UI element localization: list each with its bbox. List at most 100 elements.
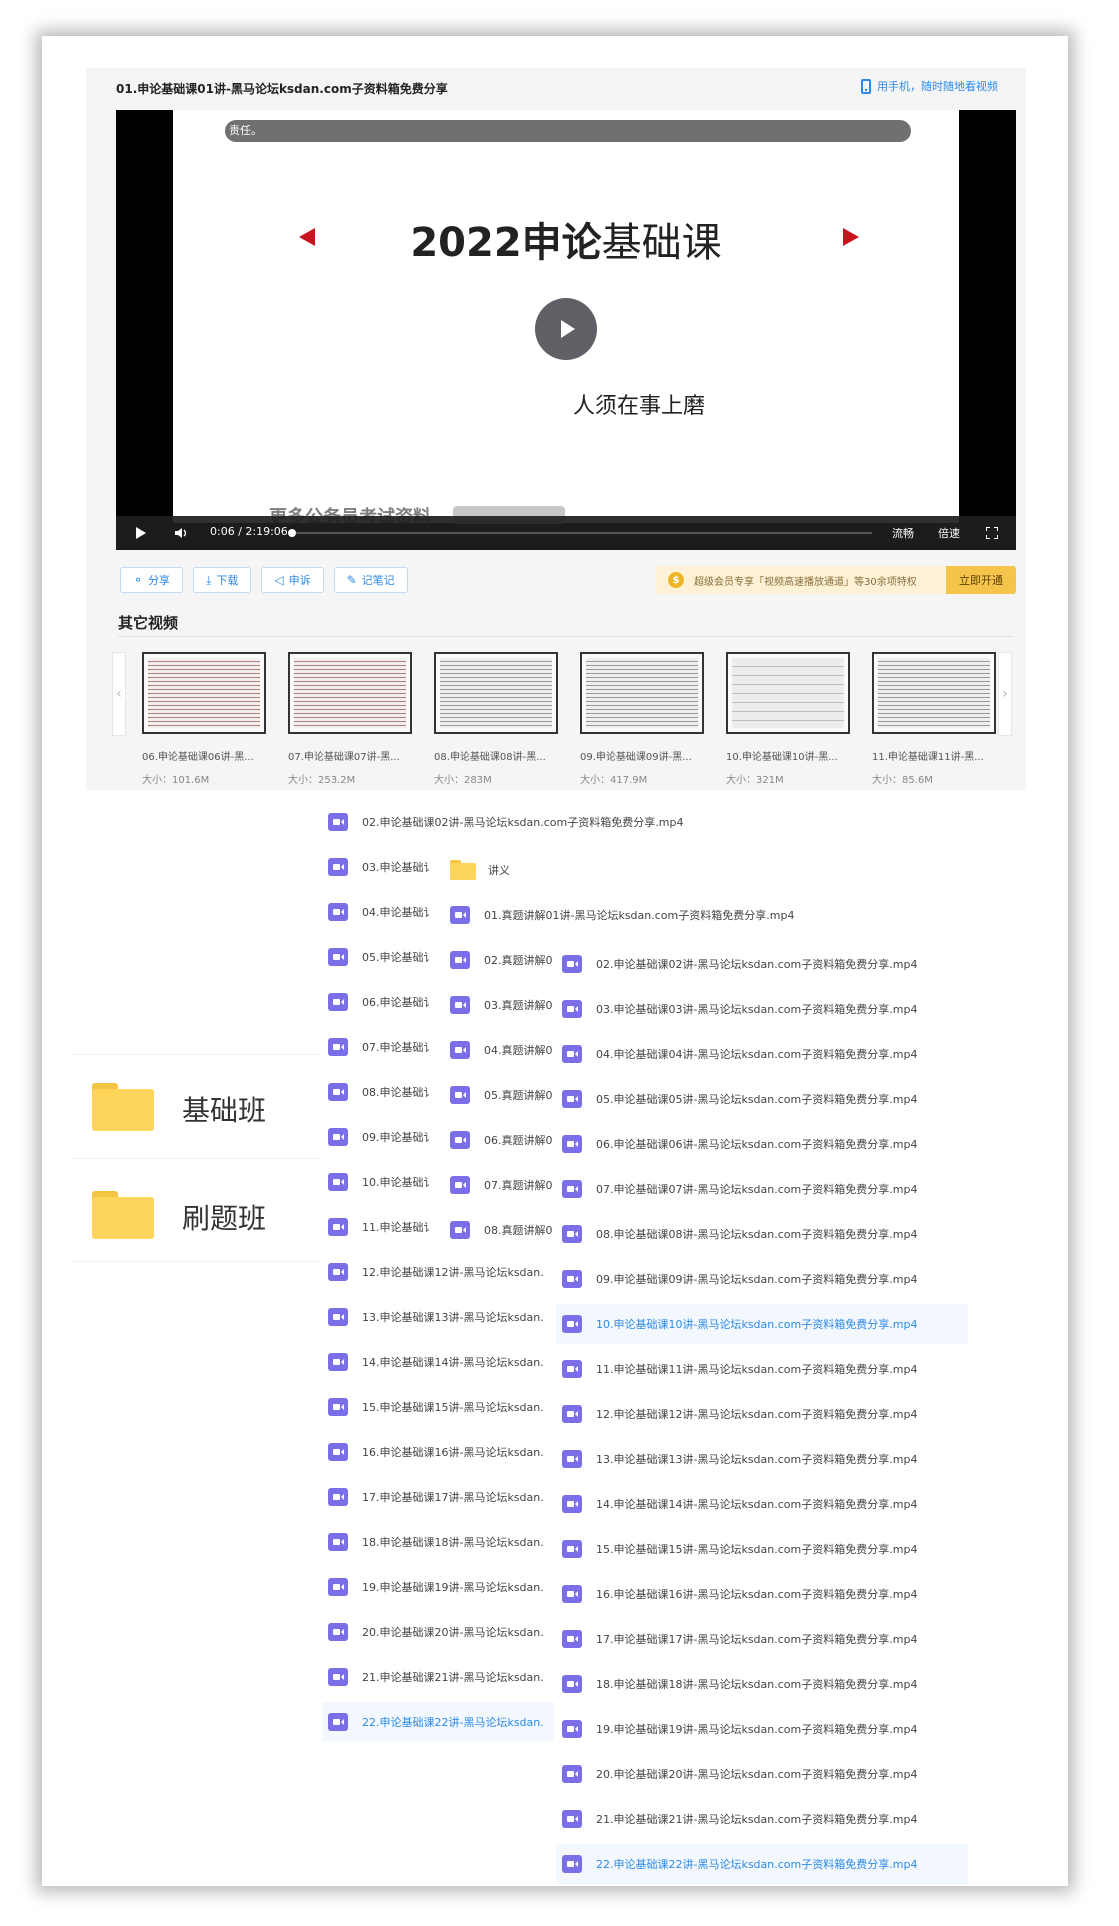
folder-name: 基础班 [182,1094,267,1127]
video-file-row[interactable]: 15.申论基础课15讲-黑马论坛ksdan.com子资料箱免费分享.mp4 [556,1529,968,1569]
video-file-row[interactable]: 09.申论基础讠 [322,1117,440,1157]
video-file-row[interactable]: 07.真题讲解0 [444,1165,562,1205]
video-file-row[interactable]: 16.申论基础课16讲-黑马论坛ksdan. [322,1432,554,1472]
video-file-row[interactable]: 19.申论基础课19讲-黑马论坛ksdan. [322,1567,554,1607]
video-file-row[interactable]: 14.申论基础课14讲-黑马论坛ksdan. [322,1342,554,1382]
file-name: 06.申论基础讠 [362,996,435,1009]
megaphone-icon: ◁ [274,573,284,587]
download-button[interactable]: ⤓ 下载 [193,567,252,593]
quality-button[interactable]: 流畅 [892,525,914,541]
report-button[interactable]: ◁ 申诉 [261,567,324,593]
file-name: 20.申论基础课20讲-黑马论坛ksdan. [362,1626,544,1639]
video-file-row[interactable]: 15.申论基础课15讲-黑马论坛ksdan. [322,1387,554,1427]
video-file-row[interactable]: 06.申论基础讠 [322,982,440,1022]
video-file-row[interactable]: 07.申论基础课07讲-黑马论坛ksdan.com子资料箱免费分享.mp4 [556,1169,968,1209]
video-thumbnail [434,652,558,734]
file-name: 04.真题讲解0 [484,1044,553,1057]
progress-bar[interactable] [292,532,872,534]
video-file-row[interactable]: 20.申论基础课20讲-黑马论坛ksdan. [322,1612,554,1652]
video-file-row[interactable]: 19.申论基础课19讲-黑马论坛ksdan.com子资料箱免费分享.mp4 [556,1709,968,1749]
folder-item[interactable]: 刷题班 [72,1158,322,1262]
carousel-next-button[interactable]: › [998,652,1012,736]
file-name: 02.申论基础课02讲-黑马论坛ksdan.com子资料箱免费分享.mp4 [362,816,684,829]
video-file-row[interactable]: 11.申论基础课11讲-黑马论坛ksdan.com子资料箱免费分享.mp4 [556,1349,968,1389]
video-file-icon [328,858,348,876]
file-name: 03.申论基础讠 [362,861,435,874]
other-video-card[interactable]: 07.申论基础课07讲-黑... 大小：253.2M [288,652,412,786]
video-file-row[interactable]: 08.真题讲解0 [444,1210,562,1250]
file-name: 19.申论基础课19讲-黑马论坛ksdan. [362,1581,544,1594]
download-icon: ⤓ [206,572,212,587]
video-file-row[interactable]: 02.真题讲解0 [444,940,562,980]
video-file-row[interactable]: 03.申论基础课03讲-黑马论坛ksdan.com子资料箱免费分享.mp4 [556,989,968,1029]
video-file-row[interactable]: 08.申论基础课08讲-黑马论坛ksdan.com子资料箱免费分享.mp4 [556,1214,968,1254]
vip-text: 超级会员专享「视频高速播放通道」等30余项特权 [694,576,917,588]
video-file-icon [328,1308,348,1326]
video-file-row[interactable]: 18.申论基础课18讲-黑马论坛ksdan.com子资料箱免费分享.mp4 [556,1664,968,1704]
video-file-row[interactable]: 04.申论基础讠 [322,892,440,932]
video-file-icon [450,1221,470,1239]
video-file-icon [328,1533,348,1551]
video-file-row[interactable]: 08.申论基础讠 [322,1072,440,1112]
carousel-prev-button[interactable]: ‹ [112,652,126,736]
video-file-row[interactable]: 01.真题讲解01讲-黑马论坛ksdan.com子资料箱免费分享.mp4 [444,895,834,935]
volume-icon[interactable] [174,526,188,540]
video-file-row[interactable]: 10.申论基础课10讲-黑马论坛ksdan.com子资料箱免费分享.mp4 [556,1304,968,1344]
video-file-row[interactable]: 16.申论基础课16讲-黑马论坛ksdan.com子资料箱免费分享.mp4 [556,1574,968,1614]
file-name: 20.申论基础课20讲-黑马论坛ksdan.com子资料箱免费分享.mp4 [596,1768,918,1781]
video-frame[interactable]: 责任。 2022申论基础课 人须在事上磨 更多公务员考试资料 0:06 / 2:… [116,110,1016,550]
fullscreen-icon[interactable] [986,527,998,539]
video-file-row[interactable]: 17.申论基础课17讲-黑马论坛ksdan. [322,1477,554,1517]
other-video-card[interactable]: 09.申论基础课09讲-黑... 大小：417.9M [580,652,704,786]
other-video-card[interactable]: 11.申论基础课11讲-黑... 大小：85.6M [872,652,996,786]
video-file-row[interactable]: 09.申论基础课09讲-黑马论坛ksdan.com子资料箱免费分享.mp4 [556,1259,968,1299]
video-file-icon [562,1720,582,1738]
video-player-panel: 01.申论基础课01讲-黑马论坛ksdan.com子资料箱免费分享 用手机，随时… [86,68,1026,790]
video-file-row[interactable]: 07.申论基础讠 [322,1027,440,1067]
video-file-row[interactable]: 13.申论基础课13讲-黑马论坛ksdan. [322,1297,554,1337]
folder-item[interactable]: 基础班 [72,1054,322,1158]
video-file-icon [562,1000,582,1018]
video-file-row[interactable]: 14.申论基础课14讲-黑马论坛ksdan.com子资料箱免费分享.mp4 [556,1484,968,1524]
folder-row[interactable]: 讲义 [444,850,834,890]
vip-open-button[interactable]: 立即开通 [946,566,1016,594]
video-file-row[interactable]: 18.申论基础课18讲-黑马论坛ksdan. [322,1522,554,1562]
note-button[interactable]: ✎ 记笔记 [333,567,408,593]
video-file-row[interactable]: 21.申论基础课21讲-黑马论坛ksdan.com子资料箱免费分享.mp4 [556,1799,968,1839]
share-button[interactable]: ⚬ 分享 [120,567,184,593]
video-file-row[interactable]: 22.申论基础课22讲-黑马论坛ksdan. [322,1702,554,1742]
video-file-row[interactable]: 21.申论基础课21讲-黑马论坛ksdan. [322,1657,554,1697]
video-file-row[interactable]: 12.申论基础课12讲-黑马论坛ksdan.com子资料箱免费分享.mp4 [556,1394,968,1434]
video-file-icon [450,906,470,924]
video-file-row[interactable]: 02.申论基础课02讲-黑马论坛ksdan.com子资料箱免费分享.mp4 [322,802,742,842]
video-file-row[interactable]: 06.真题讲解0 [444,1120,562,1160]
big-play-button[interactable] [535,298,597,360]
video-file-row[interactable]: 13.申论基础课13讲-黑马论坛ksdan.com子资料箱免费分享.mp4 [556,1439,968,1479]
file-name: 10.申论基础讠 [362,1176,435,1189]
video-file-row[interactable]: 11.申论基础讠 [322,1207,440,1247]
other-video-card[interactable]: 08.申论基础课08讲-黑... 大小：283M [434,652,558,786]
file-name: 05.申论基础课05讲-黑马论坛ksdan.com子资料箱免费分享.mp4 [596,1093,918,1106]
video-file-icon [328,813,348,831]
video-file-row[interactable]: 02.申论基础课02讲-黑马论坛ksdan.com子资料箱免费分享.mp4 [556,944,968,984]
video-file-row[interactable]: 05.申论基础课05讲-黑马论坛ksdan.com子资料箱免费分享.mp4 [556,1079,968,1119]
speed-button[interactable]: 倍速 [938,525,960,541]
play-icon[interactable] [136,527,146,539]
video-file-row[interactable]: 12.申论基础课12讲-黑马论坛ksdan. [322,1252,554,1292]
video-file-row[interactable]: 05.真题讲解0 [444,1075,562,1115]
video-file-row[interactable]: 10.申论基础讠 [322,1162,440,1202]
video-file-row[interactable]: 03.申论基础讠 [322,847,440,887]
other-video-card[interactable]: 10.申论基础课10讲-黑... 大小：321M [726,652,850,786]
video-file-row[interactable]: 03.真题讲解0 [444,985,562,1025]
other-video-card[interactable]: 06.申论基础课06讲-黑... 大小：101.6M [142,652,266,786]
video-file-row[interactable]: 20.申论基础课20讲-黑马论坛ksdan.com子资料箱免费分享.mp4 [556,1754,968,1794]
mobile-watch-link[interactable]: 用手机，随时随地看视频 [861,78,998,94]
video-file-row[interactable]: 04.真题讲解0 [444,1030,562,1070]
video-file-row[interactable]: 04.申论基础课04讲-黑马论坛ksdan.com子资料箱免费分享.mp4 [556,1034,968,1074]
video-file-row[interactable]: 06.申论基础课06讲-黑马论坛ksdan.com子资料箱免费分享.mp4 [556,1124,968,1164]
video-file-row[interactable]: 17.申论基础课17讲-黑马论坛ksdan.com子资料箱免费分享.mp4 [556,1619,968,1659]
video-file-row[interactable]: 22.申论基础课22讲-黑马论坛ksdan.com子资料箱免费分享.mp4 [556,1844,968,1884]
video-file-row[interactable]: 05.申论基础讠 [322,937,440,977]
progress-knob[interactable] [288,529,296,537]
video-file-icon [328,1263,348,1281]
